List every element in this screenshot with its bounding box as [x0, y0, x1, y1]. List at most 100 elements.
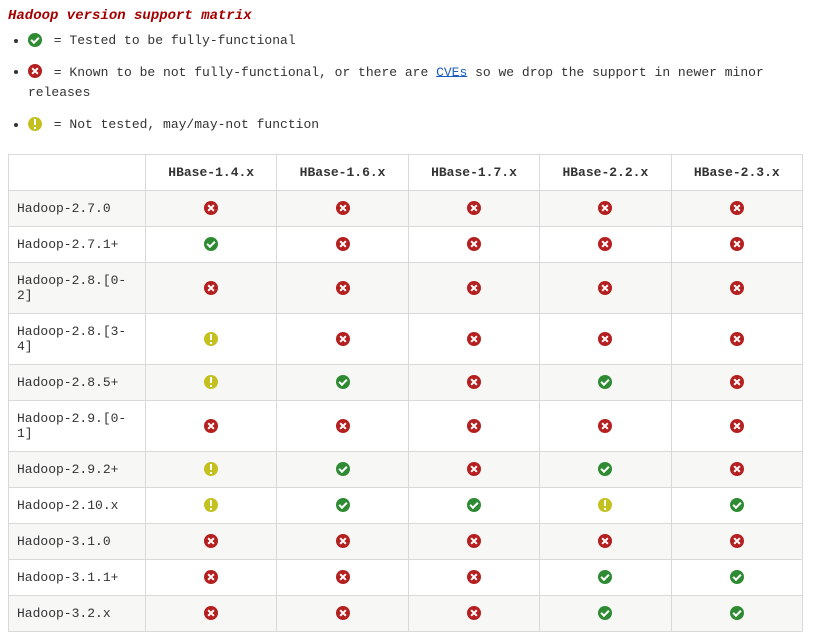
x-circle-icon	[730, 375, 744, 389]
row-label: Hadoop-2.9.[0-1]	[9, 400, 146, 451]
x-circle-icon	[730, 237, 744, 251]
legend-text: = Not tested, may/may-not function	[46, 117, 319, 132]
x-circle-icon	[467, 201, 481, 215]
x-circle-icon	[336, 606, 350, 620]
column-header: HBase-1.6.x	[277, 154, 408, 190]
matrix-cell	[408, 226, 539, 262]
matrix-cell	[540, 226, 671, 262]
check-circle-icon	[336, 375, 350, 389]
x-circle-icon	[204, 570, 218, 584]
x-circle-icon	[336, 201, 350, 215]
matrix-cell	[277, 451, 408, 487]
matrix-cell	[540, 262, 671, 313]
x-circle-icon	[598, 534, 612, 548]
check-circle-icon	[598, 570, 612, 584]
matrix-cell	[277, 523, 408, 559]
row-label: Hadoop-2.10.x	[9, 487, 146, 523]
matrix-cell	[540, 487, 671, 523]
x-circle-icon	[204, 534, 218, 548]
x-circle-icon	[730, 201, 744, 215]
matrix-cell	[277, 400, 408, 451]
check-circle-icon	[467, 498, 481, 512]
x-circle-icon	[598, 281, 612, 295]
check-circle-icon	[28, 33, 42, 47]
check-circle-icon	[598, 462, 612, 476]
x-circle-icon	[204, 281, 218, 295]
check-circle-icon	[598, 606, 612, 620]
x-circle-icon	[467, 375, 481, 389]
matrix-cell	[671, 226, 802, 262]
row-label: Hadoop-2.8.[0-2]	[9, 262, 146, 313]
row-label: Hadoop-2.8.[3-4]	[9, 313, 146, 364]
matrix-cell	[146, 226, 277, 262]
matrix-cell	[408, 364, 539, 400]
matrix-cell	[277, 313, 408, 364]
matrix-cell	[408, 523, 539, 559]
x-circle-icon	[467, 237, 481, 251]
matrix-cell	[146, 190, 277, 226]
matrix-cell	[671, 190, 802, 226]
legend-list: = Tested to be fully-functional = Known …	[8, 30, 805, 136]
table-row: Hadoop-2.8.[3-4]	[9, 313, 803, 364]
check-circle-icon	[730, 606, 744, 620]
exclamation-circle-icon	[598, 498, 612, 512]
table-row: Hadoop-3.1.0	[9, 523, 803, 559]
matrix-cell	[408, 400, 539, 451]
table-row: Hadoop-2.9.2+	[9, 451, 803, 487]
matrix-cell	[146, 313, 277, 364]
exclamation-circle-icon	[204, 498, 218, 512]
matrix-cell	[540, 451, 671, 487]
x-circle-icon	[204, 606, 218, 620]
matrix-cell	[146, 559, 277, 595]
x-circle-icon	[730, 534, 744, 548]
exclamation-circle-icon	[28, 117, 42, 131]
matrix-cell	[671, 262, 802, 313]
matrix-cell	[146, 364, 277, 400]
page-title: Hadoop version support matrix	[8, 8, 805, 24]
x-circle-icon	[598, 237, 612, 251]
matrix-cell	[671, 487, 802, 523]
legend-text: = Tested to be fully-functional	[46, 33, 296, 48]
matrix-cell	[671, 559, 802, 595]
column-header: HBase-1.4.x	[146, 154, 277, 190]
matrix-cell	[277, 226, 408, 262]
matrix-cell	[146, 262, 277, 313]
legend-text: = Known to be not fully-functional, or t…	[46, 64, 436, 79]
matrix-cell	[408, 313, 539, 364]
x-circle-icon	[336, 237, 350, 251]
x-circle-icon	[336, 534, 350, 548]
x-circle-icon	[336, 570, 350, 584]
x-circle-icon	[467, 462, 481, 476]
table-row: Hadoop-2.8.5+	[9, 364, 803, 400]
table-row: Hadoop-2.9.[0-1]	[9, 400, 803, 451]
table-row: Hadoop-2.8.[0-2]	[9, 262, 803, 313]
legend-item: = Not tested, may/may-not function	[28, 114, 805, 136]
column-header: HBase-1.7.x	[408, 154, 539, 190]
table-row: Hadoop-2.7.0	[9, 190, 803, 226]
matrix-cell	[277, 190, 408, 226]
check-circle-icon	[730, 498, 744, 512]
row-label: Hadoop-2.7.0	[9, 190, 146, 226]
cve-link[interactable]: CVEs	[436, 64, 467, 79]
x-circle-icon	[598, 332, 612, 346]
column-header: HBase-2.3.x	[671, 154, 802, 190]
check-circle-icon	[598, 375, 612, 389]
table-corner	[9, 154, 146, 190]
matrix-cell	[540, 190, 671, 226]
x-circle-icon	[467, 419, 481, 433]
x-circle-icon	[730, 462, 744, 476]
x-circle-icon	[467, 570, 481, 584]
x-circle-icon	[204, 419, 218, 433]
x-circle-icon	[467, 281, 481, 295]
x-circle-icon	[730, 332, 744, 346]
x-circle-icon	[467, 534, 481, 548]
check-circle-icon	[730, 570, 744, 584]
matrix-cell	[671, 523, 802, 559]
legend-item: = Tested to be fully-functional	[28, 30, 805, 52]
row-label: Hadoop-3.1.1+	[9, 559, 146, 595]
table-row: Hadoop-3.1.1+	[9, 559, 803, 595]
x-circle-icon	[730, 419, 744, 433]
exclamation-circle-icon	[204, 375, 218, 389]
matrix-cell	[277, 364, 408, 400]
table-body: Hadoop-2.7.0Hadoop-2.7.1+Hadoop-2.8.[0-2…	[9, 190, 803, 631]
